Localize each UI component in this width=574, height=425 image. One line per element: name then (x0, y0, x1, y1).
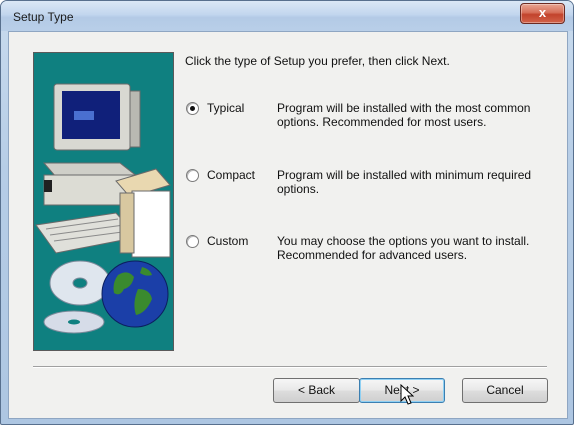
setup-type-window: Setup Type x Click the type of Setup you… (0, 0, 574, 425)
back-button[interactable]: < Back (273, 378, 360, 403)
compact-description: Program will be installed with minimum r… (277, 168, 532, 196)
mouse-cursor-icon (400, 384, 414, 405)
custom-description: You may choose the options you want to i… (277, 234, 530, 262)
button-separator (33, 366, 547, 368)
dialog-body: Click the type of Setup you prefer, then… (8, 31, 568, 419)
compact-label[interactable]: Compact (207, 168, 255, 182)
window-title: Setup Type (13, 10, 74, 24)
close-button[interactable]: x (520, 3, 565, 24)
computer-cd-globe-icon (35, 83, 171, 334)
instruction-text: Click the type of Setup you prefer, then… (185, 54, 450, 68)
typical-description: Program will be installed with the most … (277, 101, 531, 129)
typical-radio[interactable] (186, 102, 199, 115)
setup-artwork (33, 52, 174, 351)
compact-radio[interactable] (186, 169, 199, 182)
custom-label[interactable]: Custom (207, 234, 248, 248)
custom-radio[interactable] (186, 235, 199, 248)
title-bar[interactable]: Setup Type x (1, 1, 573, 31)
cancel-button[interactable]: Cancel (462, 378, 548, 403)
typical-label[interactable]: Typical (207, 101, 244, 115)
